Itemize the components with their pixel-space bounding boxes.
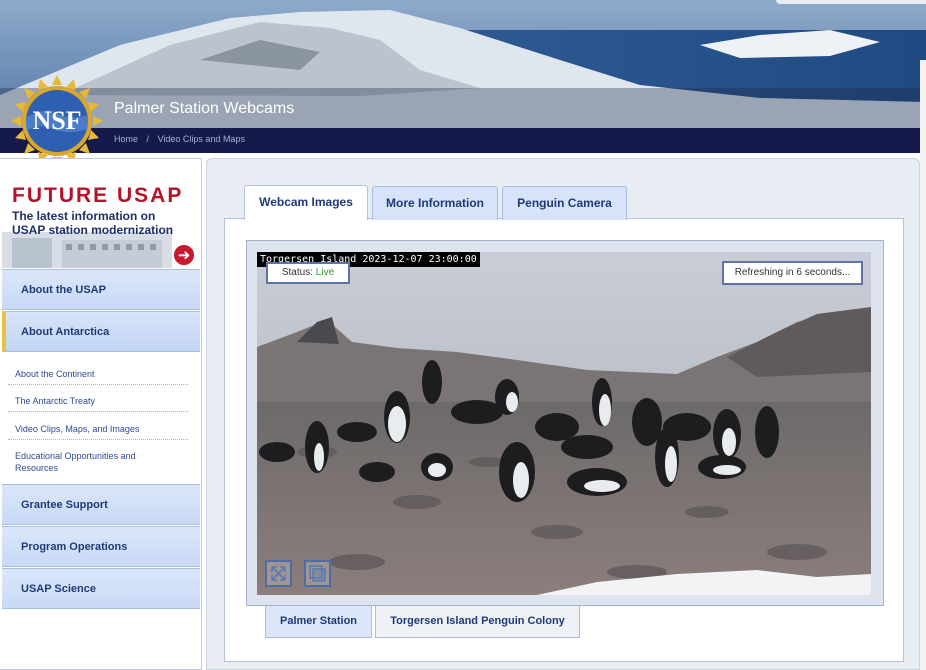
arrow-right-icon[interactable]: ➜ (172, 243, 196, 267)
subnav-about-continent[interactable]: About the Continent (15, 368, 95, 380)
tab-webcam-images[interactable]: Webcam Images (244, 185, 368, 220)
refresh-countdown: Refreshing in 6 seconds... (722, 261, 863, 285)
sidebar-item-about-usap[interactable]: About the USAP (2, 269, 200, 310)
sidebar-item-label: Grantee Support (21, 499, 108, 511)
sidebar-item-label: Program Operations (21, 541, 128, 553)
gallery-icon[interactable] (304, 560, 331, 587)
sidebar-item-label: USAP Science (21, 583, 97, 595)
page-title: Palmer Station Webcams (114, 100, 295, 117)
window-edge (920, 60, 926, 670)
tab-palmer-station[interactable]: Palmer Station (265, 606, 372, 638)
sidebar-item-label: About Antarctica (21, 326, 110, 338)
sidebar-item-about-antarctica[interactable]: About Antarctica (2, 311, 200, 352)
sidebar-item-usap-science[interactable]: USAP Science (2, 568, 200, 609)
breadcrumb-separator: / (146, 134, 150, 144)
webcam-image[interactable] (257, 252, 871, 595)
penguin-colony-photo (257, 252, 871, 595)
subnav-antarctic-treaty[interactable]: The Antarctic Treaty (15, 395, 95, 407)
site-header (0, 0, 926, 153)
subnav-video-clips[interactable]: Video Clips, Maps, and Images (15, 423, 139, 435)
promo-title: FUTURE USAP (12, 184, 184, 207)
sidebar-item-program-operations[interactable]: Program Operations (2, 526, 200, 567)
header-mountain-photo (0, 0, 926, 153)
breadcrumb: Home / Video Clips and Maps (114, 134, 251, 144)
fullscreen-icon[interactable] (265, 560, 292, 587)
subnav-educational-opportunities[interactable]: Educational Opportunities and Resources (15, 450, 145, 474)
sidebar-item-label: About the USAP (21, 284, 106, 296)
nsf-logo[interactable]: NSF (10, 74, 104, 168)
divider (8, 439, 188, 440)
nsf-logo-text: NSF (32, 106, 81, 135)
sidebar-item-grantee-support[interactable]: Grantee Support (2, 484, 200, 525)
status-label: Status: (281, 267, 313, 278)
divider (8, 411, 188, 412)
tab-penguin-camera[interactable]: Penguin Camera (502, 186, 627, 220)
breadcrumb-home-link[interactable]: Home (114, 134, 138, 144)
expand-arrows-icon (271, 566, 286, 581)
tab-torgersen-island[interactable]: Torgersen Island Penguin Colony (375, 606, 580, 638)
stacked-images-icon (309, 565, 326, 582)
breadcrumb-current[interactable]: Video Clips and Maps (158, 134, 245, 144)
status-value: Live (315, 267, 335, 278)
tab-more-information[interactable]: More Information (372, 186, 498, 220)
promo-subtitle: The latest information on USAP station m… (12, 209, 174, 237)
divider (8, 384, 188, 385)
top-right-edge (776, 0, 926, 4)
status-badge: Status: Live (266, 262, 350, 284)
